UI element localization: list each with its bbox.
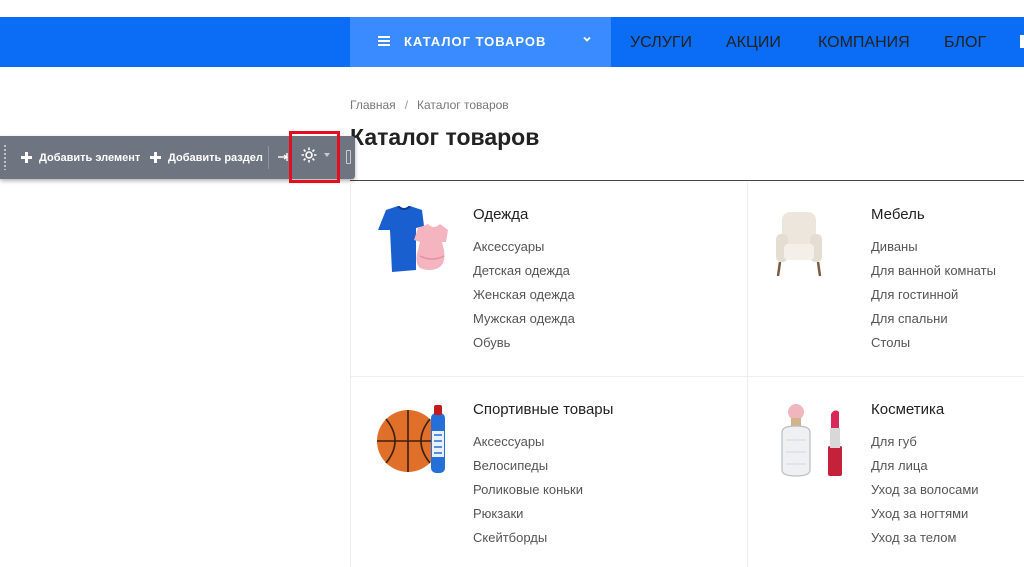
- add-section-label: Добавить раздел: [168, 151, 263, 164]
- subcategory-link[interactable]: Уход за волосами: [871, 482, 979, 497]
- subcategory-link[interactable]: Для губ: [871, 434, 917, 449]
- add-element-button[interactable]: Добавить элемент: [21, 136, 140, 179]
- add-element-label: Добавить элемент: [39, 151, 141, 164]
- drag-handle-icon[interactable]: [3, 144, 7, 170]
- nav-item-promotions[interactable]: АКЦИИ: [726, 34, 781, 52]
- toolbar-divider: [268, 146, 269, 169]
- catalog-menu-label: КАТАЛОГ ТОВАРОВ: [404, 34, 547, 49]
- nav-item-company[interactable]: КОМПАНИЯ: [818, 34, 910, 52]
- subcategory-link[interactable]: Уход за телом: [871, 530, 956, 545]
- subcategory-link[interactable]: Столы: [871, 335, 910, 350]
- grid-line-middle: [747, 182, 748, 567]
- category-title-sports[interactable]: Спортивные товары: [473, 401, 613, 418]
- grid-line-left: [350, 182, 351, 567]
- basketball-image[interactable]: [376, 403, 452, 475]
- nav-item-blog[interactable]: БЛОГ: [944, 34, 986, 52]
- subcategory-link[interactable]: Диваны: [871, 239, 918, 254]
- subcategory-link[interactable]: Аксессуары: [473, 434, 544, 449]
- breadcrumb-home[interactable]: Главная: [350, 98, 396, 112]
- title-divider: [350, 180, 1024, 181]
- grid-line-horizontal: [350, 376, 1024, 377]
- breadcrumb-current: Каталог товаров: [417, 98, 509, 112]
- subcategory-link[interactable]: Аксессуары: [473, 239, 544, 254]
- category-title-cosmetics[interactable]: Косметика: [871, 401, 944, 418]
- subcategory-link[interactable]: Для ванной комнаты: [871, 263, 996, 278]
- toolbar-resize-handle[interactable]: [346, 150, 351, 164]
- subcategory-link[interactable]: Рюкзаки: [473, 506, 523, 521]
- breadcrumb: Главная / Каталог товаров: [350, 98, 509, 112]
- top-nav-bar: КАТАЛОГ ТОВАРОВ УСЛУГИ АКЦИИ КОМПАНИЯ БЛ…: [0, 17, 1024, 67]
- add-section-button[interactable]: Добавить раздел: [150, 136, 263, 179]
- subcategory-link[interactable]: Для спальни: [871, 311, 948, 326]
- chevron-down-icon: [583, 36, 591, 42]
- subcategory-link[interactable]: Скейтборды: [473, 530, 547, 545]
- subcategory-link[interactable]: Женская одежда: [473, 287, 575, 302]
- cosmetics-image[interactable]: [776, 402, 850, 478]
- breadcrumb-separator: /: [404, 98, 409, 112]
- page-title: Каталог товаров: [350, 124, 540, 150]
- subcategory-link[interactable]: Велосипеды: [473, 458, 548, 473]
- catalog-menu-button[interactable]: КАТАЛОГ ТОВАРОВ: [350, 17, 611, 67]
- nav-item-services[interactable]: УСЛУГИ: [630, 34, 692, 52]
- plus-icon: [150, 152, 161, 163]
- category-title-furniture[interactable]: Мебель: [871, 206, 925, 223]
- armchair-image[interactable]: [774, 208, 824, 278]
- settings-highlight-box: [289, 131, 340, 183]
- pin-icon[interactable]: [276, 150, 290, 164]
- subcategory-link[interactable]: Обувь: [473, 335, 510, 350]
- menu-icon: [378, 36, 390, 46]
- subcategory-link[interactable]: Мужская одежда: [473, 311, 575, 326]
- subcategory-link[interactable]: Роликовые коньки: [473, 482, 583, 497]
- subcategory-link[interactable]: Детская одежда: [473, 263, 570, 278]
- nav-item-overflow[interactable]: [1020, 35, 1024, 48]
- category-title-clothing[interactable]: Одежда: [473, 206, 528, 223]
- subcategory-link[interactable]: Уход за ногтями: [871, 506, 968, 521]
- subcategory-link[interactable]: Для лица: [871, 458, 928, 473]
- clothing-image[interactable]: [374, 206, 450, 274]
- plus-icon: [21, 152, 32, 163]
- subcategory-link[interactable]: Для гостинной: [871, 287, 958, 302]
